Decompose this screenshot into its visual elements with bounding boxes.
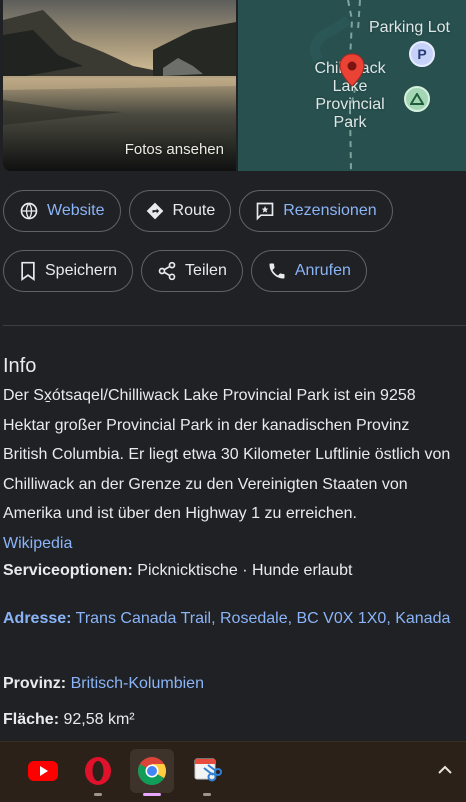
area-row: Fläche: 92,58 km²	[3, 705, 451, 734]
running-indicator	[143, 793, 161, 796]
area-label: Fläche:	[3, 711, 60, 728]
location-pin-icon[interactable]	[339, 53, 365, 92]
area-value: 92,58 km²	[63, 711, 135, 728]
taskbar-opera[interactable]	[76, 749, 120, 796]
running-indicator	[203, 793, 211, 796]
taskbar	[0, 741, 466, 802]
address-row: Adresse: Trans Canada Trail, Rosedale, B…	[3, 604, 451, 633]
map-thumbnail[interactable]: Parking Lot P Chilliwack Lake Provincial…	[238, 0, 466, 171]
route-button[interactable]: Route	[128, 190, 232, 232]
province-row: Provinz: Britisch-Kolumbien	[3, 669, 451, 698]
share-button[interactable]: Teilen	[141, 250, 243, 292]
campground-icon[interactable]	[404, 86, 430, 112]
section-divider	[3, 325, 466, 326]
website-label: Website	[47, 202, 105, 219]
address-value[interactable]: Trans Canada Trail, Rosedale, BC V0X 1X0…	[76, 610, 451, 627]
opera-icon	[85, 757, 111, 785]
taskbar-youtube[interactable]	[21, 749, 65, 793]
service-options-row: Serviceoptionen: Picknicktische · Hunde …	[3, 556, 451, 585]
bookmark-icon	[21, 261, 35, 281]
taskbar-snipping-tool[interactable]	[185, 749, 229, 796]
youtube-icon	[28, 761, 58, 781]
province-label: Provinz:	[3, 675, 67, 692]
call-button[interactable]: Anrufen	[250, 250, 367, 292]
share-icon	[158, 261, 176, 281]
map-parking-label: Parking Lot	[369, 19, 450, 36]
park-label-line: Provincial	[315, 96, 385, 113]
save-label: Speichern	[45, 262, 118, 279]
service-options-value: Picknicktische · Hunde erlaubt	[137, 562, 353, 579]
info-description: Der Sx̱ótsaqel/Chilliwack Lake Provincia…	[3, 387, 451, 522]
wikipedia-link[interactable]: Wikipedia	[3, 535, 72, 552]
reviews-label: Rezensionen	[283, 202, 377, 219]
action-row-2: Speichern Teilen Anrufen	[3, 250, 367, 292]
share-label: Teilen	[185, 262, 227, 279]
show-hidden-icons-chevron-icon[interactable]	[438, 762, 452, 780]
chrome-icon	[138, 757, 166, 785]
service-options-label: Serviceoptionen:	[3, 562, 133, 579]
province-value[interactable]: Britisch-Kolumbien	[71, 675, 204, 692]
directions-icon	[146, 202, 163, 220]
reviews-button[interactable]: Rezensionen	[239, 190, 393, 232]
parking-icon[interactable]: P	[409, 41, 435, 67]
info-heading: Info	[3, 355, 37, 377]
snipping-tool-icon	[194, 758, 222, 782]
info-description-block: Der Sx̱ótsaqel/Chilliwack Lake Provincia…	[3, 381, 451, 558]
route-label: Route	[172, 202, 216, 219]
save-button[interactable]: Speichern	[3, 250, 134, 292]
action-row-1: Website Route Rezensionen	[3, 190, 393, 232]
review-icon	[256, 202, 274, 221]
taskbar-chrome[interactable]	[130, 749, 174, 796]
address-label[interactable]: Adresse:	[3, 610, 71, 627]
running-indicator	[94, 793, 102, 796]
parking-letter: P	[417, 46, 427, 62]
photo-caption[interactable]: Fotos ansehen	[125, 141, 224, 158]
website-button[interactable]: Website	[3, 190, 121, 232]
hero-images: Fotos ansehen Parking Lot P Chilliwack L…	[0, 0, 466, 171]
photo-thumbnail[interactable]: Fotos ansehen	[3, 0, 236, 171]
park-label-line: Park	[333, 114, 367, 131]
phone-icon	[269, 263, 285, 279]
call-label: Anrufen	[294, 262, 351, 279]
globe-icon	[20, 202, 38, 220]
